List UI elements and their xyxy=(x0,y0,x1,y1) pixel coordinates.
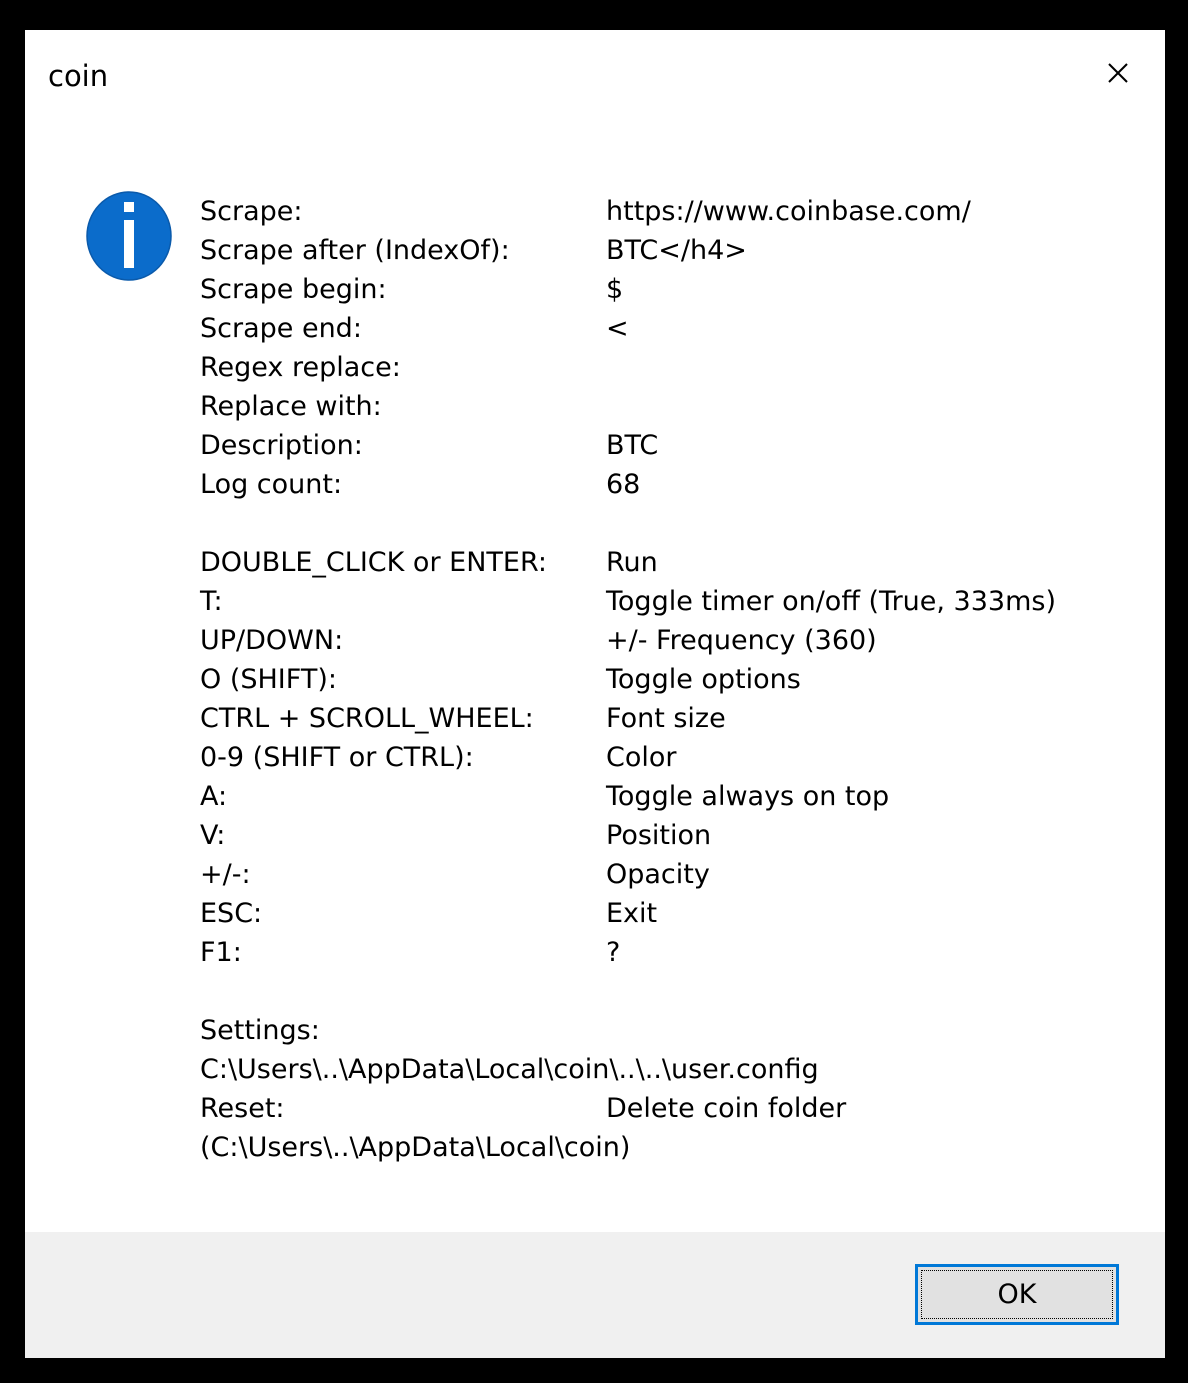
scrape-row-value: BTC xyxy=(606,430,659,461)
shortcut-row-value: Exit xyxy=(606,898,658,929)
settings-path: C:\Users\..\AppData\Local\coin\..\..\use… xyxy=(200,1054,819,1085)
shortcut-row: V: Position xyxy=(200,816,1056,855)
shortcut-row-value: Toggle options xyxy=(606,664,801,695)
scrape-row-value: BTC</h4> xyxy=(606,235,747,266)
shortcut-row-value: Color xyxy=(606,742,677,773)
shortcut-row-key: V: xyxy=(200,820,226,851)
shortcut-row-value: Font size xyxy=(606,703,726,734)
button-bar: OK xyxy=(25,1232,1165,1358)
shortcuts-section: DOUBLE_CLICK or ENTER: Run T: Toggle timer … xyxy=(200,543,1056,972)
shortcut-row-value: +/- Frequency (360) xyxy=(606,625,877,656)
close-icon xyxy=(1108,63,1128,83)
scrape-row-value: https://www.coinbase.com/ xyxy=(606,196,971,227)
scrape-row-value: < xyxy=(606,313,629,344)
shortcut-row-value: ? xyxy=(606,937,621,968)
shortcut-row: DOUBLE_CLICK or ENTER: Run xyxy=(200,543,1056,582)
shortcut-row: CTRL + SCROLL_WHEEL: Font size xyxy=(200,699,1056,738)
shortcut-row-key: T: xyxy=(200,586,223,617)
shortcut-row: A: Toggle always on top xyxy=(200,777,1056,816)
ok-button-label: OK xyxy=(997,1279,1037,1310)
scrape-row: Scrape after (IndexOf): BTC</h4> xyxy=(200,231,1056,270)
shortcut-row-key: DOUBLE_CLICK or ENTER: xyxy=(200,547,547,578)
message-text: Scrape: https://www.coinbase.com/Scrape a… xyxy=(200,192,1056,1167)
info-icon xyxy=(86,191,172,281)
scrape-row: Replace with: xyxy=(200,387,1056,426)
shortcut-row-key: UP/DOWN: xyxy=(200,625,344,656)
settings-label: Settings: xyxy=(200,1015,320,1046)
scrape-row-value: 68 xyxy=(606,469,641,500)
shortcut-row-key: F1: xyxy=(200,937,242,968)
scrape-row-key: Regex replace: xyxy=(200,352,401,383)
scrape-row-key: Scrape: xyxy=(200,196,303,227)
shortcut-row-key: O (SHIFT): xyxy=(200,664,337,695)
shortcut-row: ESC: Exit xyxy=(200,894,1056,933)
scrape-row-key: Scrape end: xyxy=(200,313,362,344)
shortcut-row-key: 0-9 (SHIFT or CTRL): xyxy=(200,742,474,773)
scrape-row: Scrape begin: $ xyxy=(200,270,1056,309)
shortcut-row: UP/DOWN: +/- Frequency (360) xyxy=(200,621,1056,660)
shortcut-row-value: Toggle timer on/off (True, 333ms) xyxy=(606,586,1056,617)
shortcut-row: T: Toggle timer on/off (True, 333ms) xyxy=(200,582,1056,621)
shortcut-row-value: Opacity xyxy=(606,859,710,890)
shortcut-row: +/-: Opacity xyxy=(200,855,1056,894)
shortcut-row-value: Toggle always on top xyxy=(606,781,890,812)
reset-label: Reset: xyxy=(200,1093,285,1124)
scrape-row: Scrape: https://www.coinbase.com/ xyxy=(200,192,1056,231)
scrape-row-key: Scrape after (IndexOf): xyxy=(200,235,510,266)
scrape-row-key: Scrape begin: xyxy=(200,274,387,305)
scrape-row: Scrape end: < xyxy=(200,309,1056,348)
reset-path: (C:\Users\..\AppData\Local\coin) xyxy=(200,1132,631,1163)
shortcut-row: F1:? xyxy=(200,933,1056,972)
ok-button[interactable]: OK xyxy=(915,1264,1119,1325)
close-button[interactable] xyxy=(1095,50,1141,96)
reset-action: Delete coin folder xyxy=(606,1093,847,1124)
scrape-row-key: Replace with: xyxy=(200,391,382,422)
shortcut-row-key: CTRL + SCROLL_WHEEL: xyxy=(200,703,534,734)
scrape-row-key: Log count: xyxy=(200,469,343,500)
shortcut-row: 0-9 (SHIFT or CTRL): Color xyxy=(200,738,1056,777)
scrape-row: Regex replace: xyxy=(200,348,1056,387)
shortcut-row: O (SHIFT): Toggle options xyxy=(200,660,1056,699)
scrape-row: Log count: 68 xyxy=(200,465,1056,504)
shortcut-row-key: A: xyxy=(200,781,228,812)
shortcut-row-value: Position xyxy=(606,820,712,851)
scrape-section: Scrape: https://www.coinbase.com/Scrape a… xyxy=(200,192,1056,504)
shortcut-row-key: ESC: xyxy=(200,898,263,929)
scrape-row-key: Description: xyxy=(200,430,363,461)
scrape-row: Description: BTC xyxy=(200,426,1056,465)
window-title: coin xyxy=(48,59,109,93)
message-dialog: coin Scrape: https://www.coinbase.com/Scr… xyxy=(25,30,1165,1358)
scrape-row-value: $ xyxy=(606,274,624,305)
settings-section: Settings: C:\Users\..\AppData\Local\coin… xyxy=(200,1011,1056,1167)
shortcut-row-key: +/-: xyxy=(200,859,251,890)
shortcut-row-value: Run xyxy=(606,547,658,578)
